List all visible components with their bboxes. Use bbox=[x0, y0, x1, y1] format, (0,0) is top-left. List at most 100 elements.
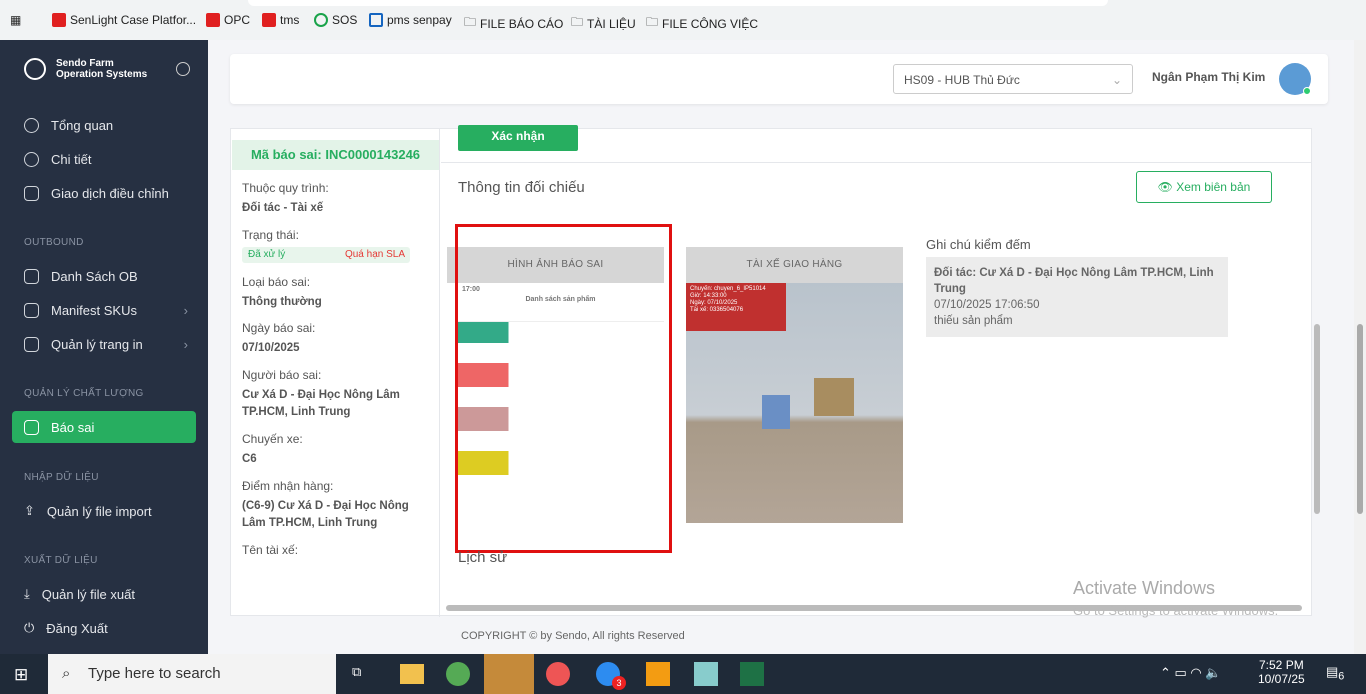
avatar[interactable] bbox=[1279, 63, 1311, 95]
sendo-icon bbox=[262, 13, 276, 27]
search-placeholder: Type here to search bbox=[88, 665, 221, 682]
bookmark-pms[interactable]: pms senpay bbox=[369, 13, 452, 27]
bookmark-file-bao-cao[interactable]: 🗀 FILE BÁO CÁO bbox=[464, 13, 563, 34]
overlay-line: Chuyến: chuyen_6_IP51014 bbox=[690, 286, 766, 292]
photo-overlay: Chuyến: chuyen_6_IP51014 Giờ: 14:33:00 Ngà… bbox=[690, 286, 766, 314]
app-icon[interactable] bbox=[694, 662, 718, 686]
bookmark-label: SOS bbox=[332, 13, 358, 27]
settings-icon[interactable] bbox=[176, 62, 190, 76]
chevron-right-icon: › bbox=[183, 336, 188, 352]
section-title: Thông tin đối chiếu bbox=[458, 179, 585, 196]
sidebar-item-chi-tiet[interactable]: Chi tiết bbox=[12, 143, 196, 175]
confirm-button[interactable]: Xác nhận bbox=[458, 125, 578, 151]
point-label: Điểm nhận hàng: bbox=[242, 479, 334, 493]
sidebar-item-danh-sach-ob[interactable]: Danh Sách OB bbox=[12, 260, 196, 292]
check-circle-icon bbox=[24, 151, 39, 167]
sidebar-item-export[interactable]: ⤓ Quản lý file xuất bbox=[12, 578, 196, 610]
view-report-button[interactable]: 👁 Xem biên bản bbox=[1136, 171, 1272, 203]
bookmark-label: pms senpay bbox=[387, 13, 452, 27]
clock[interactable]: 7:52 PM 10/07/25 bbox=[1258, 658, 1305, 686]
sidebar-item-import[interactable]: ⇪ Quản lý file import bbox=[12, 495, 196, 527]
nav-label: Manifest SKUs bbox=[51, 302, 137, 318]
login-icon bbox=[24, 268, 39, 284]
view-report-label: Xem biên bản bbox=[1176, 180, 1251, 194]
zalo-icon[interactable]: 3 bbox=[596, 662, 626, 690]
reporter-label: Người báo sai: bbox=[242, 368, 322, 382]
hub-select[interactable]: HS09 - HUB Thủ Đức ⌄ bbox=[893, 64, 1133, 94]
sidebar-item-giao-dich[interactable]: Giao dịch điều chỉnh bbox=[12, 177, 196, 209]
download-icon: ⤓ bbox=[24, 586, 30, 601]
folder-icon: 🗀 bbox=[571, 15, 584, 29]
user-name[interactable]: Ngân Phạm Thị Kim bbox=[1152, 70, 1265, 84]
nav-label: Quản lý trang in bbox=[51, 336, 143, 352]
check-circle-icon bbox=[24, 117, 39, 133]
scrollbar-thumb[interactable] bbox=[1357, 324, 1363, 514]
upload-icon: ⇪ bbox=[24, 503, 35, 518]
highlight-box bbox=[455, 224, 672, 553]
bookmark-label: SenLight Case Platfor... bbox=[70, 13, 197, 27]
address-bar-edge bbox=[248, 0, 1108, 6]
sticky-notes-icon[interactable] bbox=[484, 654, 534, 694]
bookmark-label: tms bbox=[280, 13, 300, 27]
overlay-line: Giờ: 14:33:00 bbox=[690, 293, 727, 299]
windows-start-icon[interactable]: ⊞ bbox=[14, 665, 28, 685]
sidebar-item-logout[interactable]: ⏻ Đăng Xuất bbox=[12, 612, 196, 644]
divider bbox=[441, 162, 1311, 163]
trip-label: Chuyến xe: bbox=[242, 432, 303, 446]
sos-icon bbox=[314, 13, 328, 27]
driver-label: Tên tài xế: bbox=[242, 543, 299, 557]
overlay-line: Tài xế: 0336504076 bbox=[690, 307, 744, 313]
photo2-header: TÀI XẾ GIAO HÀNG bbox=[686, 247, 903, 283]
bookmark-tai-lieu[interactable]: 🗀 TÀI LIỆU bbox=[571, 13, 636, 34]
bookmark-tms[interactable]: tms bbox=[262, 13, 299, 27]
edit-icon bbox=[24, 302, 39, 318]
sidebar-item-tong-quan[interactable]: Tổng quan bbox=[12, 109, 196, 141]
tray-icons[interactable]: ⌃ ▭ ◠ 🔈 bbox=[1160, 665, 1222, 681]
inner-scrollbar-thumb[interactable] bbox=[1314, 324, 1320, 514]
note-partner: Đối tác: Cư Xá D - Đại Học Nông Lâm TP.H… bbox=[934, 267, 1214, 295]
bookmark-label: FILE BÁO CÁO bbox=[480, 16, 564, 31]
date-value: 07/10/2025 bbox=[242, 342, 300, 354]
inner-scrollbar[interactable] bbox=[1312, 40, 1322, 610]
bookmark-file-cong-viec[interactable]: 🗀 FILE CÔNG VIỆC bbox=[646, 13, 758, 34]
nav-label: Quản lý file import bbox=[46, 503, 152, 519]
app-icon[interactable] bbox=[546, 662, 570, 686]
bookmark-opc[interactable]: OPC bbox=[206, 13, 250, 27]
sendo-icon bbox=[206, 13, 220, 27]
bookmark-sos[interactable]: SOS bbox=[314, 13, 357, 27]
note-title: Ghi chú kiểm đếm bbox=[926, 237, 1031, 252]
hub-value: HS09 - HUB Thủ Đức bbox=[904, 73, 1020, 87]
chrome-icon[interactable] bbox=[446, 662, 470, 686]
section-quality: QUẢN LÝ CHẤT LƯỢNG bbox=[24, 388, 144, 399]
apps-icon[interactable]: ▦ bbox=[10, 13, 21, 27]
reporter-value: Cư Xá D - Đại Học Nông Lâm TP.HCM, Linh … bbox=[242, 389, 400, 418]
app-icon[interactable] bbox=[646, 662, 670, 686]
delivery-photo[interactable]: Chuyến: chuyen_6_IP51014 Giờ: 14:33:00 Ngà… bbox=[686, 283, 903, 523]
status-badge: Đã xử lý Quá hạn SLA bbox=[242, 247, 410, 263]
sendo-icon bbox=[52, 13, 66, 27]
taskbar-search[interactable]: ⌕ Type here to search bbox=[48, 654, 336, 694]
excel-icon[interactable] bbox=[740, 662, 764, 686]
point-value: (C6-9) Cư Xá D - Đại Học Nông Lâm TP.HCM… bbox=[242, 500, 409, 529]
process-value: Đối tác - Tài xế bbox=[242, 202, 324, 214]
notification-icon[interactable]: ▤6 bbox=[1326, 664, 1344, 683]
task-view-icon[interactable]: ⧉ bbox=[352, 664, 361, 680]
photo-bottles bbox=[762, 395, 790, 429]
sidebar-item-bao-sai[interactable]: Báo sai bbox=[12, 411, 196, 443]
folder-icon: 🗀 bbox=[646, 15, 659, 29]
sidebar-item-trang-in[interactable]: Quản lý trang in › bbox=[12, 328, 196, 360]
nav-label: Chi tiết bbox=[51, 151, 92, 167]
bookmark-senlight[interactable]: SenLight Case Platfor... bbox=[52, 13, 196, 27]
file-explorer-icon[interactable] bbox=[400, 664, 424, 684]
nav-label: Tổng quan bbox=[51, 117, 114, 133]
sla-badge: Quá hạn SLA bbox=[344, 249, 405, 260]
page-scrollbar[interactable] bbox=[1354, 40, 1366, 654]
bookmark-label: TÀI LIỆU bbox=[587, 16, 636, 31]
online-status bbox=[1303, 87, 1311, 95]
p-icon bbox=[369, 13, 383, 27]
photo-box bbox=[814, 378, 854, 416]
section-outbound: OUTBOUND bbox=[24, 237, 84, 248]
sidebar-item-manifest[interactable]: Manifest SKUs › bbox=[12, 294, 196, 326]
activate-windows-sub: Go to Settings to activate Windows. bbox=[1073, 603, 1279, 618]
type-value: Thông thường bbox=[242, 296, 322, 308]
